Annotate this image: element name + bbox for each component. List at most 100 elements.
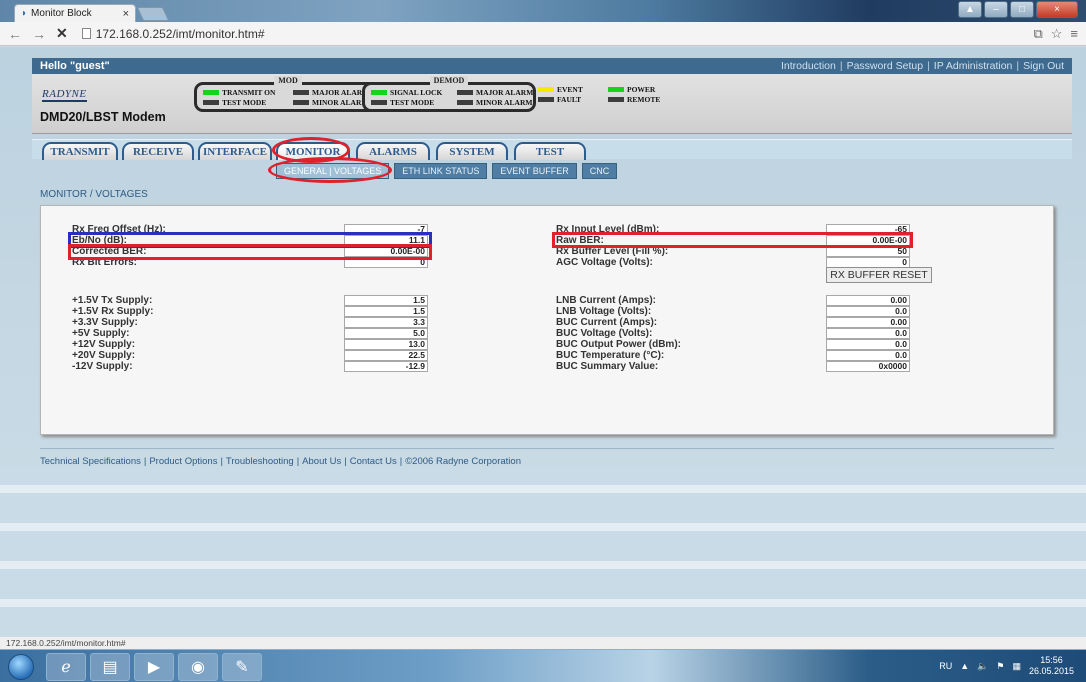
lamp-mod-minor-alarm: MINOR ALARM xyxy=(293,98,373,107)
page-background-stripes xyxy=(0,467,1086,637)
top-bar: Hello "guest" Introduction | Password Se… xyxy=(32,58,1072,74)
footer-link-troubleshooting[interactable]: Troubleshooting xyxy=(226,456,294,467)
subtab-cnc[interactable]: CNC xyxy=(581,163,618,179)
status-led-icon xyxy=(293,100,309,105)
tab-title: Monitor Block xyxy=(31,8,92,19)
lamp-event: EVENT xyxy=(538,85,608,94)
loading-icon: ◗ xyxy=(21,8,28,19)
page-icon xyxy=(81,28,91,39)
row-buc-temperature: BUC Temperature (°C): xyxy=(556,350,665,361)
value-buc-current: 0.00 xyxy=(826,317,910,328)
chrome-icon[interactable]: ◉ xyxy=(178,653,218,681)
stop-icon[interactable]: ✕ xyxy=(56,25,68,42)
tab-transmit[interactable]: TRANSMIT xyxy=(42,142,118,160)
forward-icon[interactable]: → xyxy=(32,26,46,42)
link-ip-administration[interactable]: IP Administration xyxy=(934,60,1013,72)
language-indicator[interactable]: RU xyxy=(939,661,952,671)
folder-icon[interactable]: ▤ xyxy=(90,653,130,681)
row-20v: +20V Supply: xyxy=(72,350,136,361)
row-agc-voltage: AGC Voltage (Volts): xyxy=(556,257,653,268)
browser-tab[interactable]: ◗ Monitor Block × xyxy=(14,4,136,22)
link-introduction[interactable]: Introduction xyxy=(781,60,836,72)
tab-interface[interactable]: INTERFACE xyxy=(198,142,272,160)
subtab-eth-link-status[interactable]: ETH LINK STATUS xyxy=(394,163,488,179)
value-buc-output-power: 0.0 xyxy=(826,339,910,350)
lamp-transmit-on: TRANSMIT ON xyxy=(203,88,293,97)
ie-icon[interactable]: ℯ xyxy=(46,653,86,681)
menu-icon[interactable]: ≡ xyxy=(1070,26,1078,42)
minimize-icon[interactable]: – xyxy=(984,1,1008,18)
paint-icon[interactable]: ✎ xyxy=(222,653,262,681)
demod-title: DEMOD xyxy=(429,76,469,85)
clock[interactable]: 15:56 26.05.2015 xyxy=(1029,655,1074,677)
status-led-icon xyxy=(538,87,554,92)
translate-icon[interactable]: ⧉ xyxy=(1033,26,1042,42)
clock-date: 26.05.2015 xyxy=(1028,666,1074,676)
value-lnb-current: 0.00 xyxy=(826,295,910,306)
restore-icon[interactable]: ▲ xyxy=(958,1,982,18)
page-content: Hello "guest" Introduction | Password Se… xyxy=(0,47,1086,637)
row-5v: +5V Supply: xyxy=(72,328,130,339)
tab-alarms[interactable]: ALARMS xyxy=(356,142,430,160)
subtab-general-voltages[interactable]: GENERAL | VOLTAGES xyxy=(276,163,390,179)
value-rx-bit-errors: 0 xyxy=(344,257,428,268)
link-password-setup[interactable]: Password Setup xyxy=(847,60,923,72)
flag-icon[interactable]: ⚑ xyxy=(996,661,1004,672)
close-icon[interactable]: × xyxy=(123,8,129,20)
tab-receive[interactable]: RECEIVE xyxy=(122,142,194,160)
value-rx-buffer-level: 50 xyxy=(826,246,910,257)
lamp-demod-major-alarm: MAJOR ALARM xyxy=(457,88,535,97)
row-corrected-ber: Corrected BER: xyxy=(72,246,147,257)
volume-icon[interactable]: 🔈 xyxy=(977,661,988,672)
windows-taskbar: ℯ ▤ ▶ ◉ ✎ RU ▲ 🔈 ⚑ ▦ 15:56 26.05.2015 xyxy=(0,649,1086,682)
value-buc-summary: 0x0000 xyxy=(826,361,910,372)
footer-link-tech-specs[interactable]: Technical Specifications xyxy=(40,456,141,467)
row-rx-buffer-level: Rx Buffer Level (Fill %): xyxy=(556,246,669,257)
value-rx-freq-offset: -7 xyxy=(344,224,428,235)
row-buc-summary: BUC Summary Value: xyxy=(556,361,659,372)
top-links: Introduction | Password Setup | IP Admin… xyxy=(780,60,1064,72)
tab-system[interactable]: SYSTEM xyxy=(436,142,508,160)
new-tab-button[interactable] xyxy=(136,7,170,21)
footer-link-contact-us[interactable]: Contact Us xyxy=(350,456,397,467)
rx-buffer-reset-button[interactable]: RX BUFFER RESET xyxy=(826,267,932,283)
row-buc-current: BUC Current (Amps): xyxy=(556,317,658,328)
start-button[interactable] xyxy=(8,654,34,680)
lamp-demod-test-mode: TEST MODE xyxy=(371,98,457,107)
lamp-mod-major-alarm: MAJOR ALARM xyxy=(293,88,373,97)
link-sign-out[interactable]: Sign Out xyxy=(1023,60,1064,72)
network-icon[interactable]: ▦ xyxy=(1012,661,1021,672)
value-tx-1-5v: 1.5 xyxy=(344,295,428,306)
tab-test[interactable]: TEST xyxy=(514,142,586,160)
subtab-event-buffer[interactable]: EVENT BUFFER xyxy=(492,163,577,179)
lamp-remote: REMOTE xyxy=(608,95,678,104)
tray-arrow-icon[interactable]: ▲ xyxy=(960,661,969,671)
row-rx-freq-offset: Rx Freq Offset (Hz): xyxy=(72,224,166,235)
lamp-demod-minor-alarm: MINOR ALARM xyxy=(457,98,535,107)
row-buc-voltage: BUC Voltage (Volts): xyxy=(556,328,653,339)
value-buc-voltage: 0.0 xyxy=(826,328,910,339)
window-close-icon[interactable]: × xyxy=(1036,1,1078,18)
lamp-mod-test-mode: TEST MODE xyxy=(203,98,293,107)
back-icon[interactable]: ← xyxy=(8,26,22,42)
row-eb-no: Eb/No (dB): xyxy=(72,235,127,246)
footer-divider xyxy=(40,448,1054,449)
row-minus-12v: -12V Supply: xyxy=(72,361,133,372)
address-bar-actions: ⧉ ☆ ≡ xyxy=(1033,26,1078,42)
row-3-3v: +3.3V Supply: xyxy=(72,317,138,328)
footer-link-product-options[interactable]: Product Options xyxy=(149,456,217,467)
footer-link-about-us[interactable]: About Us xyxy=(302,456,341,467)
status-url: 172.168.0.252/imt/monitor.htm# xyxy=(0,637,1086,649)
tab-monitor[interactable]: MONITOR xyxy=(276,142,350,160)
value-5v: 5.0 xyxy=(344,328,428,339)
status-led-icon xyxy=(608,97,624,102)
media-player-icon[interactable]: ▶ xyxy=(134,653,174,681)
bookmark-star-icon[interactable]: ☆ xyxy=(1051,26,1063,42)
url-field[interactable]: 172.168.0.252/imt/monitor.htm# xyxy=(81,27,265,41)
value-minus-12v: -12.9 xyxy=(344,361,428,372)
row-rx-bit-errors: Rx Bit Errors: xyxy=(72,257,138,268)
status-led-icon xyxy=(293,90,309,95)
value-3-3v: 3.3 xyxy=(344,317,428,328)
radyne-logo: RADYNE xyxy=(42,88,87,102)
maximize-icon[interactable]: □ xyxy=(1010,1,1034,18)
